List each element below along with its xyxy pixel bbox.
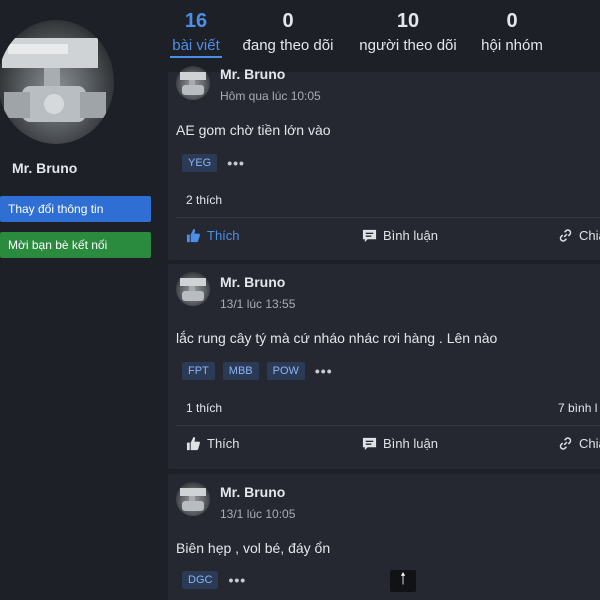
valve-photo-icon xyxy=(180,488,206,511)
thumbs-up-icon xyxy=(186,436,200,451)
comment-icon xyxy=(362,229,377,243)
comment-label: Bình luận xyxy=(383,228,438,243)
post-content: Biên hẹp , vol bé, đáy ổn xyxy=(176,540,331,556)
scroll-to-top-button[interactable]: 🠑 xyxy=(390,570,416,592)
stock-tag[interactable]: YEG xyxy=(182,154,218,172)
stat-following[interactable]: 0 đang theo dõi xyxy=(238,10,338,54)
stat-followers-count: 10 xyxy=(396,10,420,32)
like-label: Thích xyxy=(207,228,240,243)
post-time[interactable]: 13/1 lúc 10:05 xyxy=(220,507,295,521)
post-card: Mr. Bruno 13/1 lúc 10:05 Biên hẹp , vol … xyxy=(168,474,600,600)
like-button[interactable]: Thích xyxy=(186,228,240,243)
comment-count[interactable]: 7 bình l xyxy=(558,401,597,415)
post-author-avatar[interactable] xyxy=(176,66,210,100)
invite-friends-button[interactable]: Mời bạn bè kết nối xyxy=(0,232,151,258)
comment-icon xyxy=(362,437,377,451)
post-author-avatar[interactable] xyxy=(176,482,210,516)
stat-following-count: 0 xyxy=(282,10,294,32)
post-time[interactable]: Hôm qua lúc 10:05 xyxy=(220,89,321,103)
valve-photo-icon xyxy=(2,38,106,122)
like-count[interactable]: 2 thích xyxy=(186,193,222,207)
stock-tag[interactable]: DGC xyxy=(182,571,219,589)
post-author[interactable]: Mr. Bruno xyxy=(220,484,285,500)
post-author[interactable]: Mr. Bruno xyxy=(220,274,285,290)
arrow-up-icon: 🠑 xyxy=(400,570,406,588)
divider xyxy=(176,425,600,426)
profile-name: Mr. Bruno xyxy=(12,160,78,176)
like-count[interactable]: 1 thích xyxy=(186,401,222,415)
stock-tag[interactable]: POW xyxy=(266,362,305,380)
profile-avatar[interactable] xyxy=(0,20,114,144)
stat-followers[interactable]: 10 người theo dõi xyxy=(355,10,461,54)
valve-photo-icon xyxy=(180,72,206,95)
post-author[interactable]: Mr. Bruno xyxy=(220,66,285,82)
link-icon xyxy=(559,437,572,450)
stat-posts-label: bài viết xyxy=(172,37,220,54)
comment-button[interactable]: Bình luận xyxy=(362,436,438,451)
post-tags: DGC ••• xyxy=(182,571,246,589)
post-time[interactable]: 13/1 lúc 13:55 xyxy=(220,297,295,311)
divider xyxy=(176,217,600,218)
stat-groups-label: hội nhóm xyxy=(481,37,543,54)
stat-posts[interactable]: 16 bài viết xyxy=(170,10,222,58)
stat-posts-count: 16 xyxy=(184,10,208,32)
stat-followers-label: người theo dõi xyxy=(359,37,457,54)
post-actions: Thích Bình luận Chia xyxy=(168,436,600,460)
post-card: Mr. Bruno 13/1 lúc 13:55 lắc rung cây tý… xyxy=(168,264,600,469)
post-tags: FPT MBB POW ••• xyxy=(182,362,333,380)
stock-tag[interactable]: FPT xyxy=(182,362,215,380)
share-label: Chia xyxy=(579,228,600,243)
more-icon[interactable]: ••• xyxy=(228,572,246,588)
share-button[interactable]: Chia xyxy=(558,436,600,451)
edit-profile-button[interactable]: Thay đổi thông tin xyxy=(0,196,151,222)
share-button[interactable]: Chia xyxy=(558,228,600,243)
post-author-avatar[interactable] xyxy=(176,272,210,306)
post-card: Mr. Bruno Hôm qua lúc 10:05 AE gom chờ t… xyxy=(168,66,600,260)
post-content: lắc rung cây tý mà cứ nháo nhác rơi hàng… xyxy=(176,330,498,346)
comment-button[interactable]: Bình luận xyxy=(362,228,438,243)
post-tags: YEG ••• xyxy=(182,154,245,172)
like-button[interactable]: Thích xyxy=(186,436,240,451)
thumbs-up-icon xyxy=(186,228,200,243)
share-label: Chia xyxy=(579,436,600,451)
link-icon xyxy=(559,229,572,242)
post-content: AE gom chờ tiền lớn vào xyxy=(176,122,331,138)
like-label: Thích xyxy=(207,436,240,451)
comment-label: Bình luận xyxy=(383,436,438,451)
stock-tag[interactable]: MBB xyxy=(222,362,259,380)
post-actions: Thích Bình luận Chia xyxy=(168,228,600,252)
valve-photo-icon xyxy=(180,278,206,301)
more-icon[interactable]: ••• xyxy=(315,363,333,379)
more-icon[interactable]: ••• xyxy=(227,155,245,171)
stat-groups[interactable]: 0 hội nhóm xyxy=(478,10,546,54)
stat-groups-count: 0 xyxy=(506,10,518,32)
stat-following-label: đang theo dõi xyxy=(242,37,334,54)
